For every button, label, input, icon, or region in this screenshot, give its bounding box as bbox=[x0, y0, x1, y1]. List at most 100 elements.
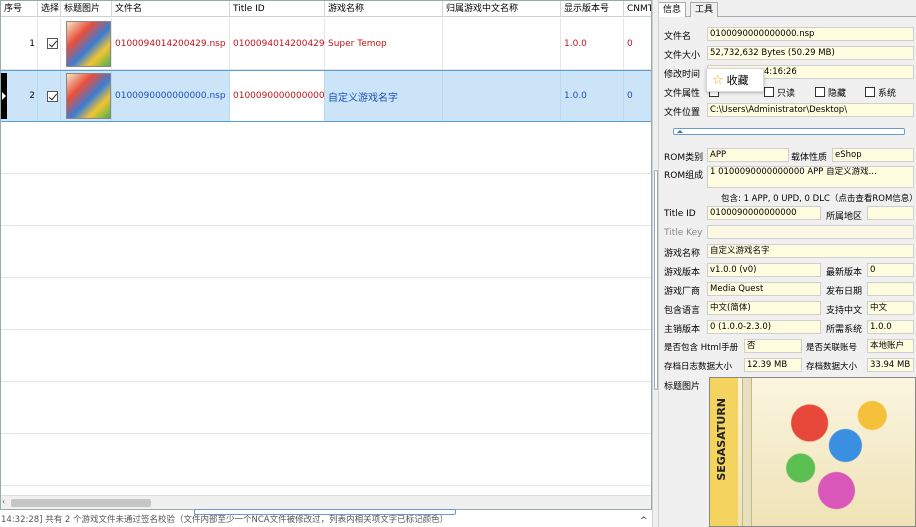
carrier-label: 载体性质 bbox=[791, 153, 828, 163]
scroll-up-icon[interactable]: ^ bbox=[640, 516, 648, 526]
row-filename: 0100090000000000.nsp bbox=[112, 71, 230, 121]
latest-field[interactable]: 0 bbox=[867, 263, 914, 277]
info-panel: 信息 工具 文件名 0100090000000000.nsp 文件大小 52,7… bbox=[659, 0, 916, 527]
save-size-field[interactable]: 33.94 MB bbox=[867, 358, 914, 372]
publisher-label: 游戏厂商 bbox=[664, 287, 701, 297]
row-thumbnail-image bbox=[66, 20, 111, 67]
panel-tabs: 信息 工具 bbox=[659, 0, 916, 17]
col-header-cn-name[interactable]: 归属游戏中文名称 bbox=[443, 1, 561, 17]
titlekey-field[interactable] bbox=[707, 225, 914, 239]
carrier-field[interactable]: eShop bbox=[832, 148, 914, 162]
gamever-field[interactable]: v1.0.0 (v0) bbox=[707, 263, 821, 277]
favorite-popup[interactable]: ☆ 收藏 bbox=[706, 68, 764, 92]
row-thumbnail-cell bbox=[61, 71, 112, 121]
row-filename: 0100094014200429.nsp bbox=[112, 18, 230, 69]
titlekey-label: Title Key bbox=[664, 228, 703, 238]
col-header-version[interactable]: 显示版本号 bbox=[561, 1, 624, 17]
mainver-field[interactable]: 0 (1.0.0-2.3.0) bbox=[707, 320, 821, 334]
star-icon: ☆ bbox=[712, 72, 724, 88]
publisher-field[interactable]: Media Quest bbox=[707, 282, 821, 296]
attr-readonly-checkbox[interactable] bbox=[764, 87, 774, 97]
location-label: 文件位置 bbox=[664, 108, 701, 118]
row-checkbox[interactable] bbox=[47, 90, 58, 102]
tab-tools[interactable]: 工具 bbox=[690, 2, 719, 17]
romcomp-label: ROM组成 bbox=[664, 171, 704, 181]
row-title-id: 0100094014200429 bbox=[230, 18, 325, 69]
location-field[interactable]: C:\Users\Administrator\Desktop\ bbox=[707, 103, 914, 117]
row-checkbox[interactable] bbox=[47, 38, 58, 49]
row-index: 2 bbox=[1, 71, 38, 121]
cover-label: 标题图片 bbox=[664, 382, 701, 392]
row-version: 1.0.0 bbox=[561, 18, 624, 69]
app-window: 序号 选择 标题图片 文件名 Title ID 游戏名称 归属游戏中文名称 显示… bbox=[0, 0, 916, 527]
lang-field[interactable]: 中文(简体) bbox=[707, 301, 821, 315]
empty-row bbox=[1, 122, 651, 174]
row-cn-name bbox=[443, 71, 561, 121]
scrollbar-thumb[interactable] bbox=[11, 499, 151, 507]
row-game-name: 自定义游戏名字 bbox=[325, 71, 443, 121]
filename-label: 文件名 bbox=[664, 32, 692, 42]
size-field[interactable]: 52,732,632 Bytes (50.29 MB) bbox=[707, 46, 914, 60]
tab-info[interactable]: 信息 bbox=[659, 2, 687, 17]
horizontal-scrollbar[interactable]: ‹ bbox=[1, 495, 651, 509]
region-field[interactable] bbox=[867, 206, 914, 220]
col-header-index[interactable]: 序号 bbox=[1, 1, 38, 17]
romcomp-field[interactable]: 1 0100090000000000 APP 自定义游戏... bbox=[707, 166, 914, 188]
row-cn-name bbox=[443, 18, 561, 69]
row-game-name: Super Temop bbox=[325, 18, 443, 69]
row-cnmt: 0 bbox=[624, 71, 651, 121]
status-collapse-bar[interactable] bbox=[194, 509, 456, 515]
sysreq-field[interactable]: 1.0.0 bbox=[867, 320, 914, 334]
empty-row bbox=[1, 226, 651, 278]
status-bar-message: 14:32:28] 共有 2 个游戏文件未通过签名校验（文件内部至少一个NCA文… bbox=[1, 515, 449, 525]
linked-account-field[interactable]: 本地账户 bbox=[867, 339, 914, 353]
row-title-id: 0100090000000000 bbox=[230, 71, 325, 121]
table-row[interactable]: 1 0100094014200429.nsp 0100094014200429 … bbox=[1, 18, 651, 70]
save-log-size-field[interactable]: 12.39 MB bbox=[744, 358, 802, 372]
col-header-title-id[interactable]: Title ID bbox=[230, 1, 325, 17]
filename-field[interactable]: 0100090000000000.nsp bbox=[707, 27, 914, 41]
linked-account-label: 是否关联账号 bbox=[806, 343, 858, 353]
col-header-game-name[interactable]: 游戏名称 bbox=[325, 1, 443, 17]
cn-support-label: 支持中文 bbox=[826, 306, 863, 316]
scroll-left-icon[interactable]: ‹ bbox=[2, 497, 5, 506]
col-header-cnmt[interactable]: CNMT bbox=[624, 1, 651, 17]
gamename-field[interactable]: 自定义游戏名字 bbox=[707, 244, 914, 258]
splitter-grip[interactable] bbox=[654, 170, 658, 390]
gamever-label: 游戏版本 bbox=[664, 268, 701, 278]
attr-hidden-checkbox[interactable] bbox=[815, 87, 825, 97]
cover-image[interactable]: SEGASATURN bbox=[709, 377, 916, 527]
mtime-label: 修改时间 bbox=[664, 70, 701, 80]
cover-band: SEGASATURN bbox=[710, 378, 738, 526]
size-label: 文件大小 bbox=[664, 51, 701, 61]
col-header-select[interactable]: 选择 bbox=[38, 1, 61, 17]
section-collapse-bar[interactable] bbox=[673, 128, 905, 135]
save-log-size-label: 存档日志数据大小 bbox=[664, 362, 733, 372]
html-manual-field[interactable]: 否 bbox=[744, 339, 802, 353]
cover-brand-text: SEGASATURN bbox=[715, 398, 728, 481]
romtype-field[interactable]: APP bbox=[707, 148, 789, 162]
row-thumbnail-cell bbox=[61, 18, 112, 69]
empty-row bbox=[1, 278, 651, 330]
panel-splitter[interactable] bbox=[652, 0, 659, 527]
html-manual-label: 是否包含 Html手册 bbox=[664, 343, 739, 353]
file-grid[interactable]: 序号 选择 标题图片 文件名 Title ID 游戏名称 归属游戏中文名称 显示… bbox=[0, 0, 652, 510]
attr-system-checkbox[interactable] bbox=[865, 87, 875, 97]
col-header-thumbnail[interactable]: 标题图片 bbox=[61, 1, 112, 17]
row-index: 1 bbox=[1, 18, 38, 69]
row-version: 1.0.0 bbox=[561, 71, 624, 121]
mainver-label: 主销版本 bbox=[664, 325, 701, 335]
sysreq-label: 所需系统 bbox=[826, 325, 863, 335]
titleid-field[interactable]: 0100090000000000 bbox=[707, 206, 821, 220]
attr-readonly-label: 只读 bbox=[777, 89, 796, 99]
empty-row bbox=[1, 382, 651, 434]
col-header-filename[interactable]: 文件名 bbox=[112, 1, 230, 17]
favorite-label: 收藏 bbox=[726, 74, 749, 87]
cn-support-field[interactable]: 中文 bbox=[867, 301, 914, 315]
attr-system-label: 系统 bbox=[878, 89, 897, 99]
release-field[interactable] bbox=[867, 282, 914, 296]
empty-row bbox=[1, 434, 651, 486]
table-row-selected[interactable]: 2 0100090000000000.nsp 0100090000000000 … bbox=[1, 70, 651, 122]
rom-contains-link[interactable]: 包含: 1 APP, 0 UPD, 0 DLC（点击查看ROM信息） bbox=[721, 192, 916, 204]
cover-text-stripe bbox=[742, 378, 752, 526]
